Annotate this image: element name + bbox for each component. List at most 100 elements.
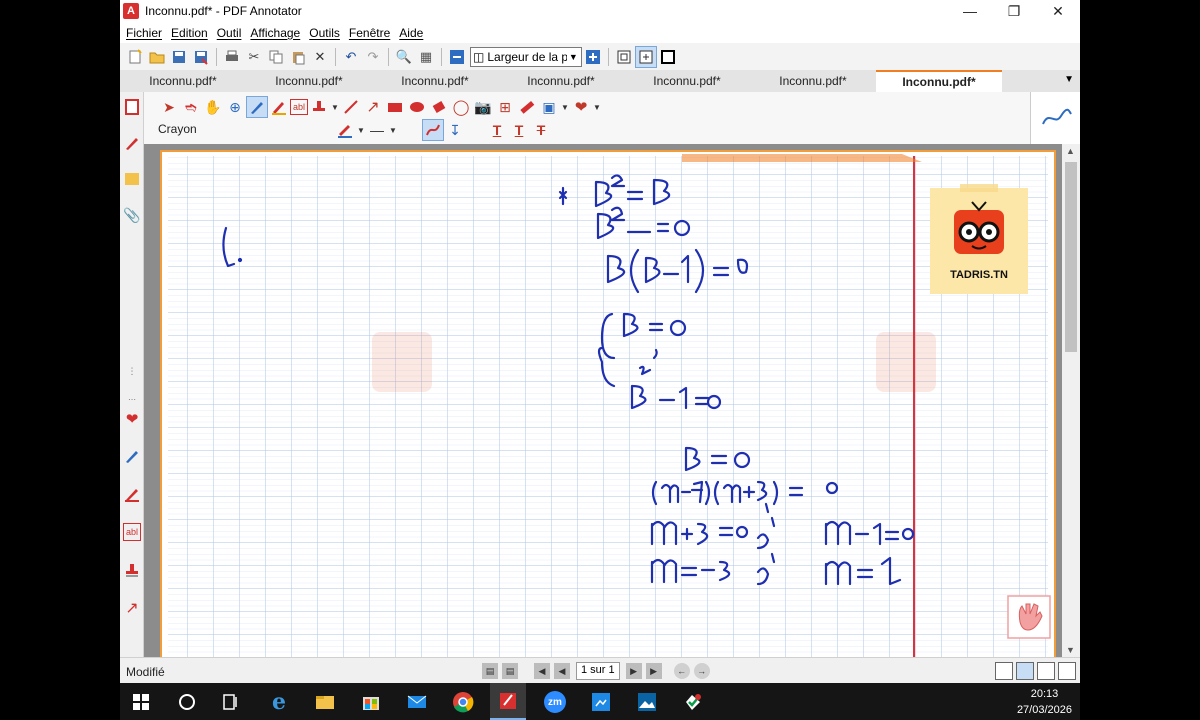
first-page-icon[interactable]: ◀ xyxy=(534,663,550,679)
document-tab[interactable]: Inconnu.pdf* xyxy=(498,70,624,92)
forward-icon[interactable]: → xyxy=(693,663,710,679)
ellipse-tool-icon[interactable] xyxy=(406,96,428,118)
save-as-icon[interactable] xyxy=(190,46,212,68)
document-tab[interactable]: Inconnu.pdf* xyxy=(750,70,876,92)
edge-browser-icon[interactable]: e xyxy=(266,689,292,715)
system-clock[interactable]: 20:13 27/03/2026 xyxy=(1017,686,1072,718)
zoom-app-icon[interactable]: zm xyxy=(542,689,568,715)
two-page-continuous-view-icon[interactable] xyxy=(1058,662,1076,680)
menu-fichier[interactable]: Fichier xyxy=(126,26,162,40)
menu-edition[interactable]: Edition xyxy=(171,26,208,40)
media-player-icon[interactable] xyxy=(588,689,614,715)
delete-icon[interactable]: ✕ xyxy=(309,46,331,68)
zoom-tool-icon[interactable]: ⊕ xyxy=(224,96,246,118)
store-icon[interactable] xyxy=(358,689,384,715)
copy-icon[interactable] xyxy=(265,46,287,68)
stamp-sidebar-icon[interactable] xyxy=(123,561,141,579)
app-check-icon[interactable] xyxy=(680,689,706,715)
tab-list-icon[interactable]: ▼ xyxy=(1064,74,1074,85)
arrow-tool-icon[interactable]: ↗ xyxy=(362,96,384,118)
image-dropdown-icon[interactable]: ▼ xyxy=(560,96,570,118)
single-page-icon[interactable] xyxy=(613,46,635,68)
text-strike-icon[interactable]: T xyxy=(530,119,552,141)
favorites-dropdown-icon[interactable]: ▼ xyxy=(592,96,602,118)
scroll-up-icon[interactable]: ▲ xyxy=(1066,146,1075,156)
paste-icon[interactable] xyxy=(287,46,309,68)
document-view[interactable]: TADRIS.TN xyxy=(144,144,1062,657)
document-tab[interactable]: Inconnu.pdf* xyxy=(246,70,372,92)
line-width-icon[interactable]: — xyxy=(366,119,388,141)
zoom-in-icon[interactable] xyxy=(582,46,604,68)
cut-icon[interactable]: ✂ xyxy=(243,46,265,68)
marker-sidebar-icon[interactable] xyxy=(123,447,141,465)
two-page-view-icon[interactable] xyxy=(1037,662,1055,680)
restore-button[interactable]: ❐ xyxy=(992,0,1036,22)
prev-view-icon[interactable]: ▤ xyxy=(482,663,498,679)
hand-icon[interactable]: ✋ xyxy=(202,96,224,118)
text-select-icon[interactable]: ➬ xyxy=(180,96,202,118)
line-width-dropdown-icon[interactable]: ▼ xyxy=(388,119,398,141)
new-document-icon[interactable] xyxy=(124,46,146,68)
zoom-select[interactable]: ◫ Largeur de la pa ▼ xyxy=(470,46,583,67)
document-tab-active[interactable]: Inconnu.pdf* xyxy=(876,70,1002,92)
sidebar-splitter-icon[interactable]: ⋮ xyxy=(123,362,141,380)
smooth-stroke-icon[interactable] xyxy=(422,119,444,141)
highlighter-tool-icon[interactable] xyxy=(268,96,290,118)
find-icon[interactable]: 🔍 xyxy=(393,46,415,68)
attachment-icon[interactable]: 📎 xyxy=(123,206,141,224)
task-view-icon[interactable] xyxy=(218,689,244,715)
document-tab[interactable]: Inconnu.pdf* xyxy=(372,70,498,92)
pen-sidebar-icon[interactable] xyxy=(123,134,141,152)
text-box-icon[interactable]: abl xyxy=(290,99,308,115)
next-page-icon[interactable]: ▶ xyxy=(625,663,642,679)
menu-outils[interactable]: Outils xyxy=(309,26,340,40)
undo-icon[interactable]: ↶ xyxy=(340,46,362,68)
menu-aide[interactable]: Aide xyxy=(399,26,423,40)
rectangle-tool-icon[interactable] xyxy=(384,96,406,118)
line-tool-icon[interactable] xyxy=(340,96,362,118)
windows-start-icon[interactable] xyxy=(128,689,154,715)
search-circle-icon[interactable] xyxy=(174,689,200,715)
ruler-icon[interactable] xyxy=(516,96,538,118)
redo-icon[interactable]: ↷ xyxy=(362,46,384,68)
crop-icon[interactable]: ⊞ xyxy=(494,96,516,118)
close-button[interactable]: ✕ xyxy=(1036,0,1080,22)
highlighter-sidebar-icon[interactable] xyxy=(123,485,141,503)
lasso-icon[interactable]: ◯ xyxy=(450,96,472,118)
text-box-sidebar-icon[interactable]: abl xyxy=(123,523,141,541)
eraser-icon[interactable] xyxy=(428,96,450,118)
photos-icon[interactable] xyxy=(634,689,660,715)
stamp-dropdown-icon[interactable]: ▼ xyxy=(330,96,340,118)
pen-color-dropdown-icon[interactable]: ▼ xyxy=(356,119,366,141)
prev-page-icon[interactable]: ◀ xyxy=(554,663,570,679)
minimize-button[interactable]: — xyxy=(948,0,992,22)
chrome-icon[interactable] xyxy=(450,689,476,715)
pdf-annotator-taskbar-icon[interactable] xyxy=(490,683,526,720)
pointer-hand-icon[interactable] xyxy=(1007,595,1051,639)
vertical-scrollbar[interactable]: ▲ ▼ xyxy=(1062,144,1080,657)
folder-sidebar-icon[interactable] xyxy=(123,170,141,188)
single-page-view-icon[interactable] xyxy=(995,662,1013,680)
select-arrow-icon[interactable]: ➤ xyxy=(158,96,180,118)
stamp-tool-icon[interactable] xyxy=(308,96,330,118)
mail-icon[interactable] xyxy=(404,689,430,715)
fit-page-icon[interactable] xyxy=(635,45,658,68)
text-style-icon[interactable]: T xyxy=(486,119,508,141)
last-page-icon[interactable]: ▶ xyxy=(645,663,662,679)
camera-icon[interactable]: 📷 xyxy=(472,96,494,118)
menu-outil[interactable]: Outil xyxy=(217,26,242,40)
image-insert-icon[interactable]: ▣ xyxy=(538,96,560,118)
file-explorer-icon[interactable] xyxy=(312,689,338,715)
favorites-icon[interactable]: ❤ xyxy=(570,96,592,118)
pressure-icon[interactable]: ↧ xyxy=(444,119,466,141)
back-icon[interactable]: ← xyxy=(673,663,690,679)
document-tab[interactable]: Inconnu.pdf* xyxy=(624,70,750,92)
pen-tool-icon[interactable] xyxy=(246,96,268,118)
arrow-sidebar-icon[interactable]: ↗ xyxy=(123,599,141,617)
menu-fenetre[interactable]: Fenêtre xyxy=(349,26,390,40)
pen-color-icon[interactable] xyxy=(334,119,356,141)
page-panel-icon[interactable] xyxy=(123,98,141,116)
continuous-view-icon[interactable] xyxy=(1016,662,1034,680)
save-icon[interactable] xyxy=(168,46,190,68)
scroll-down-icon[interactable]: ▼ xyxy=(1066,645,1075,655)
